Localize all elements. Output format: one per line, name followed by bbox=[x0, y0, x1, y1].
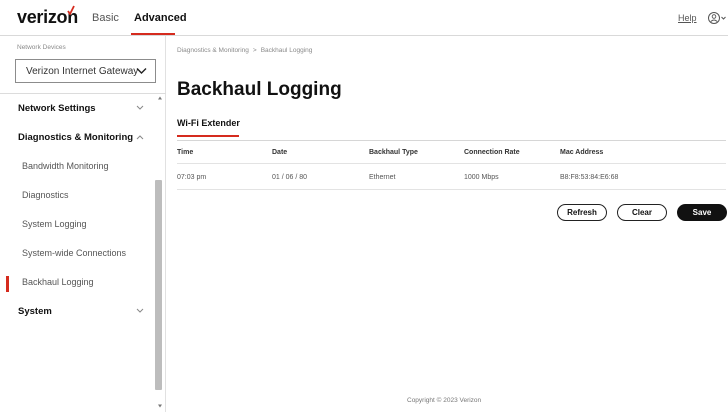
column-header-connection-rate: Connection Rate bbox=[464, 149, 520, 156]
sidebar-item-label: System-wide Connections bbox=[22, 248, 127, 258]
device-select[interactable]: Verizon Internet Gateway bbox=[15, 59, 156, 83]
sidebar-item-system-logging[interactable]: System Logging bbox=[0, 219, 152, 233]
sidebar-item-system[interactable]: System bbox=[0, 306, 152, 320]
sidebar-divider bbox=[0, 93, 166, 94]
table-cell-mac-address: B8:F8:53:84:E6:68 bbox=[560, 174, 619, 181]
clear-button[interactable]: Clear bbox=[617, 204, 667, 221]
chevron-up-icon bbox=[136, 135, 144, 140]
sidebar: Network Devices Verizon Internet Gateway… bbox=[0, 36, 166, 412]
breadcrumb-parent[interactable]: Diagnostics & Monitoring bbox=[177, 47, 249, 54]
top-header: verizon Basic Advanced Help bbox=[0, 0, 728, 36]
device-select-value: Verizon Internet Gateway bbox=[26, 66, 139, 77]
tab-divider bbox=[177, 140, 726, 141]
page-title: Backhaul Logging bbox=[177, 79, 342, 100]
sidebar-item-label: Diagnostics & Monitoring bbox=[18, 132, 134, 143]
table-cell-connection-rate: 1000 Mbps bbox=[464, 174, 499, 181]
table-cell-time: 07:03 pm bbox=[177, 174, 207, 181]
sidebar-item-diagnostics[interactable]: Diagnostics bbox=[0, 190, 152, 204]
save-button[interactable]: Save bbox=[677, 204, 727, 221]
chevron-down-icon bbox=[136, 308, 144, 313]
chevron-down-icon bbox=[136, 105, 144, 110]
check-mark-icon bbox=[67, 5, 75, 15]
sidebar-item-label: System bbox=[18, 306, 52, 317]
column-header-date: Date bbox=[272, 149, 288, 156]
user-icon[interactable] bbox=[707, 10, 727, 26]
scroll-up-arrow-icon[interactable] bbox=[158, 96, 162, 100]
breadcrumb-current: Backhaul Logging bbox=[260, 47, 313, 54]
column-header-time: Time bbox=[177, 149, 194, 156]
active-tab-indicator bbox=[131, 33, 175, 35]
breadcrumb-separator: > bbox=[252, 47, 257, 54]
tab-basic[interactable]: Basic bbox=[92, 12, 119, 24]
sidebar-item-network-settings[interactable]: Network Settings bbox=[0, 103, 152, 117]
table-header-divider bbox=[177, 163, 726, 164]
sidebar-item-bandwidth-monitoring[interactable]: Bandwidth Monitoring bbox=[0, 161, 152, 175]
table-cell-date: 01 / 06 / 80 bbox=[272, 174, 308, 181]
table-row-divider bbox=[177, 189, 726, 190]
copyright-text: Copyright © 2023 Verizon bbox=[407, 397, 482, 404]
refresh-button[interactable]: Refresh bbox=[557, 204, 607, 221]
column-header-mac-address: Mac Address bbox=[560, 149, 604, 156]
help-link[interactable]: Help bbox=[678, 13, 697, 23]
sidebar-item-label: Network Settings bbox=[18, 103, 96, 114]
breadcrumb: Diagnostics & Monitoring > Backhaul Loggin… bbox=[177, 47, 312, 54]
sidebar-scrollbar-thumb[interactable] bbox=[155, 180, 162, 390]
scroll-down-arrow-icon[interactable] bbox=[158, 404, 162, 408]
sidebar-item-label: Bandwidth Monitoring bbox=[22, 161, 109, 171]
sidebar-item-label: Backhaul Logging bbox=[22, 277, 94, 287]
column-header-backhaul-type: Backhaul Type bbox=[369, 149, 418, 156]
tab-advanced[interactable]: Advanced bbox=[134, 12, 187, 24]
active-tab-indicator bbox=[177, 135, 239, 137]
sidebar-item-label: System Logging bbox=[22, 219, 87, 229]
sidebar-item-backhaul-logging[interactable]: Backhaul Logging bbox=[0, 277, 152, 291]
sidebar-item-diagnostics-monitoring[interactable]: Diagnostics & Monitoring bbox=[0, 132, 152, 146]
tab-wifi-extender[interactable]: Wi-Fi Extender bbox=[177, 118, 240, 128]
sidebar-item-label: Diagnostics bbox=[22, 190, 69, 200]
table-cell-backhaul-type: Ethernet bbox=[369, 174, 396, 181]
sidebar-item-system-wide-connections[interactable]: System-wide Connections bbox=[0, 248, 152, 262]
chevron-down-icon bbox=[136, 68, 147, 74]
active-item-indicator bbox=[6, 276, 9, 292]
network-devices-label: Network Devices bbox=[17, 44, 66, 51]
